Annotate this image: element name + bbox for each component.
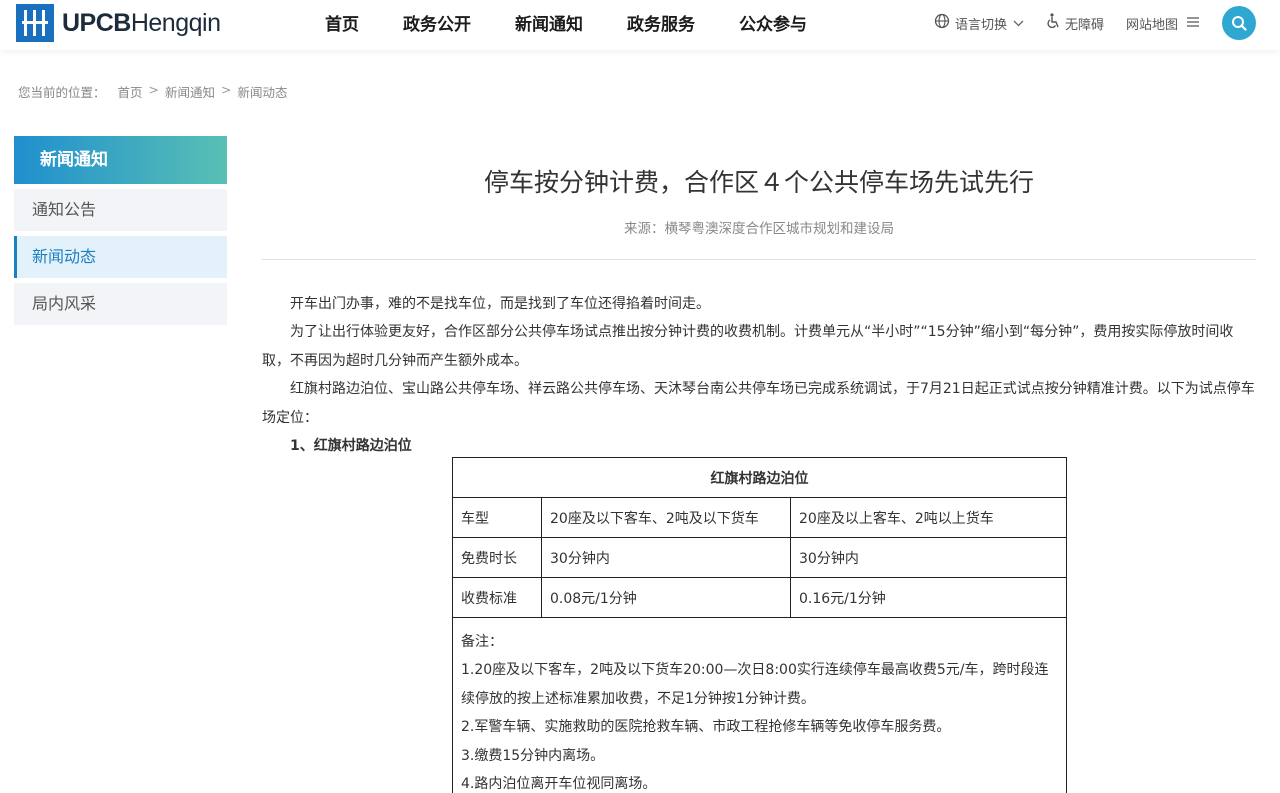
note-line: 4.路内泊位离开车位视同离场。 (461, 776, 657, 793)
breadcrumb-current[interactable]: 新闻动态 (238, 82, 288, 101)
article-title: 停车按分钟计费，合作区４个公共停车场先试先行 (483, 168, 1034, 197)
table-row: 免费时长 30分钟内 30分钟内 (452, 537, 1067, 578)
sitemap-label: 网站地图 (1125, 17, 1178, 33)
paragraph: 为了让出行体验更友好，合作区部分公共停车场试点推出按分钟计费的收费机制。计费单元… (262, 324, 1234, 369)
globe-icon (934, 13, 950, 33)
table-title: 红旗村路边泊位 (452, 457, 1067, 498)
table-cell: 20座及以上客车、2吨以上货车 (790, 497, 1067, 538)
table-row: 红旗村路边泊位 (452, 457, 1067, 498)
table-cell: 收费标准 (452, 577, 542, 618)
sidebar-item-news[interactable]: 新闻动态 (14, 236, 227, 278)
paragraph: 开车出门办事，难的不是找车位，而是找到了车位还得掐着时间走。 (290, 296, 710, 312)
site-logo[interactable]: UPCBHengqin (16, 4, 221, 42)
note-line: 备注： (461, 634, 503, 650)
article-source: 来源：横琴粤澳深度合作区城市规划和建设局 (624, 221, 894, 237)
table-cell: 30分钟内 (790, 537, 1067, 578)
main-nav: 首页 政务公开 新闻通知 政务服务 公众参与 (303, 0, 829, 50)
language-switch[interactable]: 语言切换 (934, 13, 1024, 33)
site-header: UPCBHengqin 首页 政务公开 新闻通知 政务服务 公众参与 语言切换 … (0, 0, 1280, 50)
table-cell: 20座及以下客车、2吨及以下货车 (541, 497, 791, 538)
breadcrumb-home[interactable]: 首页 (118, 82, 143, 101)
sidebar-item-notices[interactable]: 通知公告 (14, 189, 227, 231)
nav-participation[interactable]: 公众参与 (717, 0, 829, 50)
sitemap-link[interactable]: 网站地图 (1126, 14, 1200, 33)
breadcrumb-label: 您当前的位置： (18, 85, 106, 100)
note-line: 2.军警车辆、实施救助的医院抢救车辆、市政工程抢修车辆等免收停车服务费。 (461, 719, 951, 736)
table-row: 备注： 1.20座及以下客车，2吨及以下货车20:00—次日8:00实行连续停车… (452, 616, 1067, 793)
nav-government-affairs[interactable]: 政务公开 (381, 0, 493, 50)
sidebar-item-bureau[interactable]: 局内风采 (14, 283, 227, 325)
nav-home[interactable]: 首页 (303, 0, 381, 50)
accessibility-label: 无障碍 (1064, 17, 1104, 33)
header-tools: 语言切换 无障碍 网站地图 (912, 0, 1256, 46)
breadcrumb: 您当前的位置： 首页 > 新闻通知 > 新闻动态 (18, 82, 294, 101)
note-line: 1.20座及以下客车，2吨及以下货车20:00—次日8:00实行连续停车最高收费… (461, 662, 1049, 707)
wheelchair-icon (1046, 13, 1060, 33)
paragraph: 红旗村路边泊位、宝山路公共停车场、祥云路公共停车场、天沐琴台南公共停车场已完成系… (262, 381, 1255, 426)
article-body: 开车出门办事，难的不是找车位，而是找到了车位还得掐着时间走。 为了让出行体验更友… (262, 290, 1256, 460)
breadcrumb-separator: > (221, 82, 232, 97)
table-notes: 备注： 1.20座及以下客车，2吨及以下货车20:00—次日8:00实行连续停车… (452, 616, 1067, 793)
note-line: 3.缴费15分钟内离场。 (461, 747, 605, 764)
logo-text: UPCBHengqin (62, 8, 221, 37)
nav-news[interactable]: 新闻通知 (493, 0, 605, 50)
parking-fee-table: 红旗村路边泊位 车型 20座及以下客车、2吨及以下货车 20座及以上客车、2吨以… (452, 457, 1067, 793)
sidebar-title: 新闻通知 (14, 136, 227, 184)
table-cell: 车型 (452, 497, 542, 538)
accessibility-link[interactable]: 无障碍 (1046, 13, 1104, 33)
table-cell: 0.16元/1分钟 (790, 577, 1067, 618)
breadcrumb-news[interactable]: 新闻通知 (165, 82, 215, 101)
table-cell: 0.08元/1分钟 (541, 577, 791, 618)
table-cell: 免费时长 (452, 537, 542, 578)
table-row: 收费标准 0.08元/1分钟 0.16元/1分钟 (452, 577, 1067, 618)
divider (262, 259, 1256, 260)
sidebar: 新闻通知 通知公告 新闻动态 局内风采 (14, 136, 227, 325)
logo-mark-icon (16, 4, 54, 42)
table-cell: 30分钟内 (541, 537, 791, 578)
table-row: 车型 20座及以下客车、2吨及以下货车 20座及以上客车、2吨以上货车 (452, 497, 1067, 538)
chevron-down-icon (1013, 17, 1024, 30)
breadcrumb-separator: > (148, 82, 160, 97)
nav-services[interactable]: 政务服务 (605, 0, 717, 50)
search-icon (1231, 15, 1247, 31)
language-switch-label: 语言切换 (954, 17, 1007, 33)
menu-icon (1186, 16, 1200, 31)
search-button[interactable] (1222, 6, 1256, 40)
